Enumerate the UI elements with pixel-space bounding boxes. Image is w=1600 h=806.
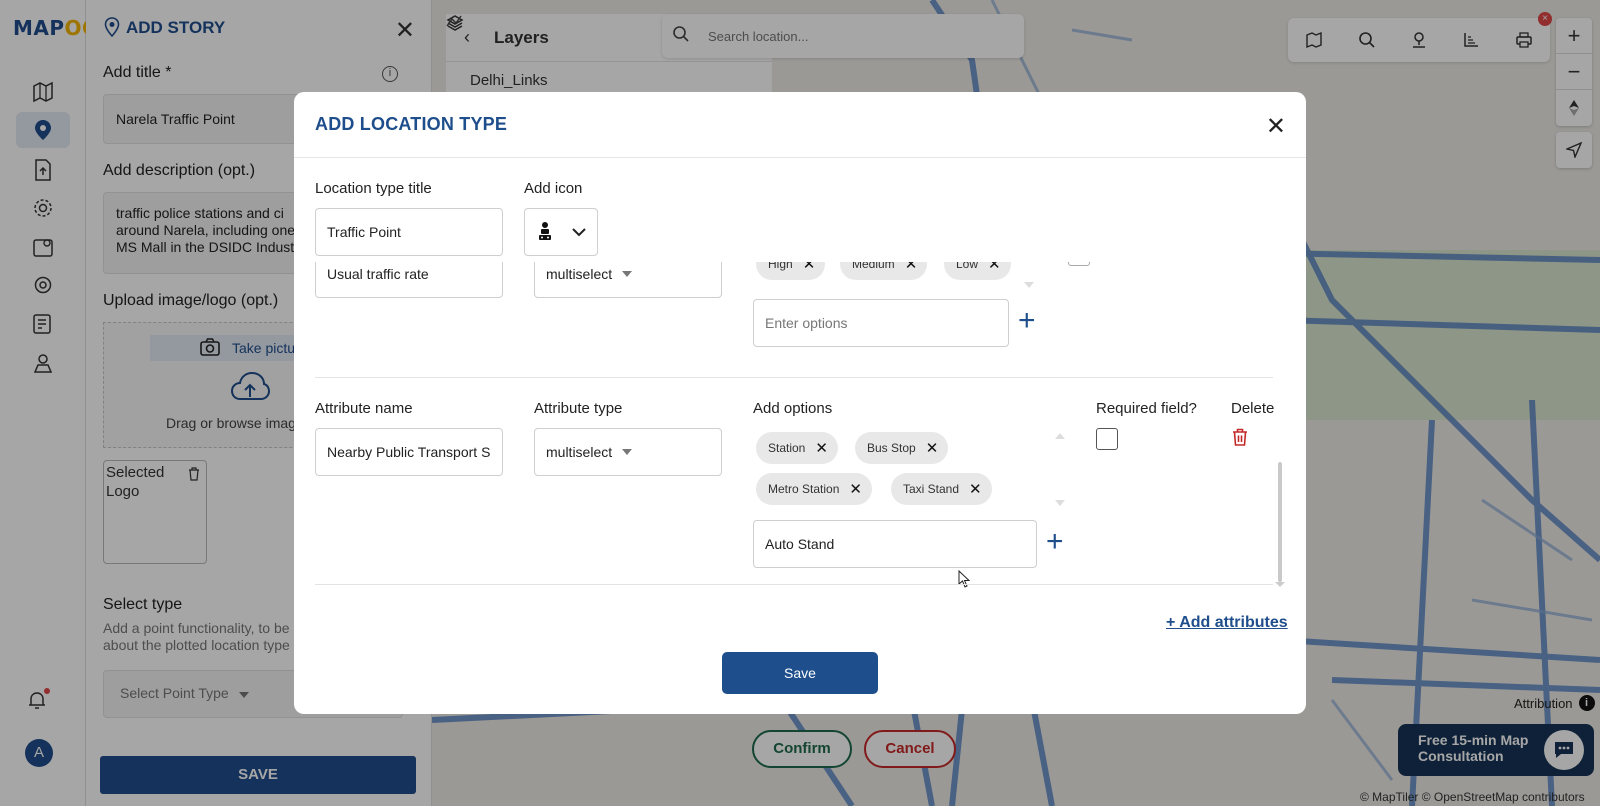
- add-options-header: Add options: [753, 400, 833, 417]
- add-location-type-modal: ADD LOCATION TYPE ✕ Location type title …: [294, 92, 1306, 714]
- scroll-up-arrow-icon[interactable]: [1055, 433, 1065, 439]
- remove-chip-icon[interactable]: ✕: [988, 262, 1001, 273]
- attribute-type-select[interactable]: multiselect: [534, 262, 722, 298]
- option-chip: Bus Stop ✕: [855, 432, 949, 464]
- chip-label: Bus Stop: [867, 441, 916, 455]
- required-checkbox[interactable]: [1096, 428, 1118, 450]
- add-icon-label: Add icon: [524, 180, 583, 197]
- type-title-label: Location type title: [315, 180, 432, 197]
- option-chip: Taxi Stand ✕: [891, 473, 992, 505]
- icon-picker[interactable]: [524, 208, 598, 256]
- delete-trash-icon[interactable]: [1232, 428, 1248, 449]
- required-field-header: Required field?: [1096, 400, 1197, 417]
- chip-label: Medium: [852, 262, 895, 271]
- option-chip: Medium ✕: [840, 262, 928, 280]
- modal-scrollbar[interactable]: [1278, 462, 1282, 582]
- chip-label: Station: [768, 441, 806, 455]
- type-title-input[interactable]: Traffic Point: [315, 208, 503, 256]
- remove-chip-icon[interactable]: ✕: [926, 439, 939, 457]
- remove-chip-icon[interactable]: ✕: [849, 480, 862, 498]
- scrollbar-down-arrow-icon[interactable]: [1275, 582, 1285, 587]
- chevron-down-icon: [572, 224, 586, 240]
- scroll-down-arrow-icon[interactable]: [1024, 282, 1034, 288]
- add-attributes-link[interactable]: + Add attributes: [1166, 614, 1288, 632]
- attribute-name-input[interactable]: Nearby Public Transport S: [315, 428, 503, 476]
- add-option-icon[interactable]: +: [1046, 525, 1064, 559]
- required-checkbox[interactable]: [1068, 262, 1090, 266]
- close-icon[interactable]: ✕: [1266, 112, 1286, 141]
- delete-header: Delete: [1231, 400, 1275, 417]
- chip-label: Low: [956, 262, 979, 271]
- remove-chip-icon[interactable]: ✕: [803, 262, 816, 273]
- attribute-name-header: Attribute name: [315, 400, 413, 417]
- caret-down-icon: [622, 271, 633, 277]
- mouse-cursor-icon: [958, 569, 971, 591]
- chip-label: Taxi Stand: [903, 482, 960, 496]
- chip-label: High: [768, 262, 793, 271]
- add-option-icon[interactable]: +: [1018, 304, 1036, 338]
- option-chip: Low ✕: [944, 262, 1011, 280]
- option-chip: High ✕: [756, 262, 826, 280]
- modal-save-button[interactable]: Save: [722, 652, 878, 694]
- attribute-type-value: multiselect: [546, 444, 613, 460]
- option-input[interactable]: Auto Stand: [753, 520, 1037, 568]
- traffic-police-icon: [536, 221, 554, 244]
- chip-label: Metro Station: [768, 482, 840, 496]
- attribute-type-value: multiselect: [546, 266, 613, 282]
- row-divider: [315, 377, 1273, 378]
- row-divider: [315, 584, 1273, 585]
- caret-down-icon: [622, 449, 633, 455]
- scroll-down-arrow-icon[interactable]: [1055, 500, 1065, 506]
- attribute-type-header: Attribute type: [534, 400, 623, 417]
- enter-options-input[interactable]: Enter options: [753, 299, 1009, 347]
- modal-header: ADD LOCATION TYPE: [294, 92, 1306, 158]
- option-chip: Metro Station ✕: [756, 473, 872, 505]
- remove-chip-icon[interactable]: ✕: [905, 262, 918, 273]
- attribute-row-1: Usual traffic rate multiselect High ✕ Med…: [294, 262, 1306, 374]
- remove-chip-icon[interactable]: ✕: [815, 439, 828, 457]
- option-chip: Station ✕: [756, 432, 838, 464]
- attribute-name-input[interactable]: Usual traffic rate: [315, 262, 503, 298]
- modal-title: ADD LOCATION TYPE: [315, 114, 508, 134]
- remove-chip-icon[interactable]: ✕: [969, 480, 982, 498]
- attribute-type-select[interactable]: multiselect: [534, 428, 722, 476]
